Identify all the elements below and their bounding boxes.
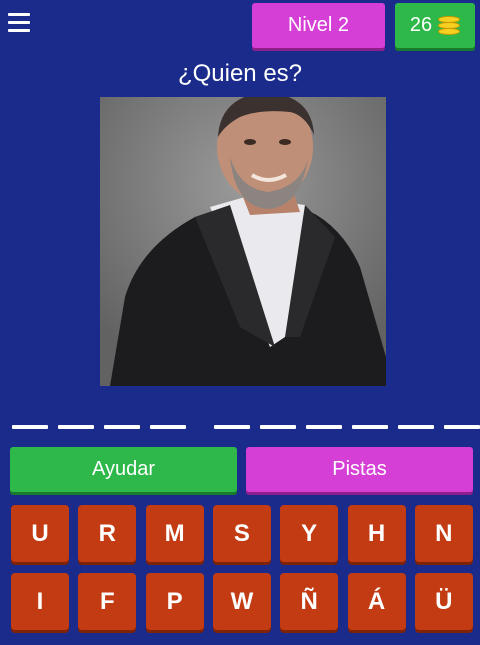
letter-key[interactable]: P: [145, 573, 204, 630]
letter-key[interactable]: M: [145, 505, 204, 562]
letter-key[interactable]: W: [212, 573, 271, 630]
level-badge: Nivel 2: [252, 3, 385, 48]
coins-count: 26: [409, 14, 433, 36]
letter-key[interactable]: Ñ: [280, 573, 339, 630]
hints-button[interactable]: Pistas: [246, 447, 473, 492]
answer-slot[interactable]: [398, 425, 434, 429]
letter-key[interactable]: U: [11, 505, 69, 562]
answer-slot[interactable]: [352, 425, 388, 429]
answer-slot[interactable]: [12, 425, 48, 429]
coin-stack-icon: [438, 15, 461, 36]
hints-button-label: Pistas: [332, 458, 387, 480]
answer-slot[interactable]: [444, 425, 480, 429]
letter-key[interactable]: N: [414, 505, 473, 562]
letter-key[interactable]: Á: [347, 573, 406, 630]
letter-key[interactable]: Ü: [414, 573, 473, 630]
celebrity-photo: [100, 97, 386, 386]
coins-button[interactable]: 26: [395, 3, 475, 48]
menu-icon[interactable]: [8, 13, 30, 33]
letter-key[interactable]: S: [212, 505, 271, 562]
answer-slot[interactable]: [150, 425, 186, 429]
letter-key[interactable]: F: [78, 573, 137, 630]
help-button[interactable]: Ayudar: [10, 447, 237, 492]
letter-key[interactable]: R: [78, 505, 137, 562]
letter-key[interactable]: H: [347, 505, 406, 562]
answer-slot[interactable]: [306, 425, 342, 429]
level-label: Nivel 2: [287, 14, 350, 36]
letter-key[interactable]: I: [11, 573, 69, 630]
question-title: ¿Quien es?: [177, 60, 303, 87]
letter-key[interactable]: Y: [280, 505, 339, 562]
answer-slots: [0, 425, 480, 431]
help-button-label: Ayudar: [91, 458, 155, 480]
answer-slot[interactable]: [214, 425, 250, 429]
answer-slot[interactable]: [260, 425, 296, 429]
answer-slot[interactable]: [58, 425, 94, 429]
answer-slot[interactable]: [104, 425, 140, 429]
